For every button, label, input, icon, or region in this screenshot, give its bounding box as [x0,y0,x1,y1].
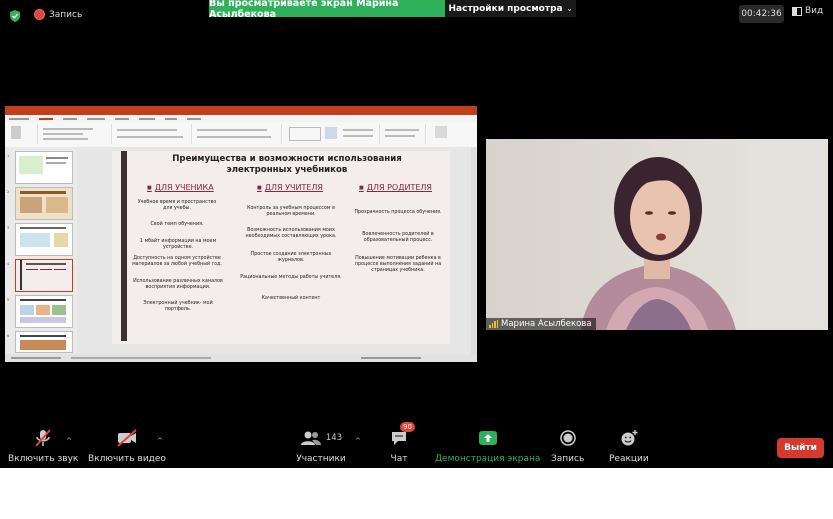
unmute-button[interactable]: Включить звук [8,428,78,464]
column-header-teacher: ДЛЯ УЧИТЕЛЯ [257,183,323,192]
column-header-student: ДЛЯ УЧЕНИКА [147,183,214,192]
grid-view-icon [792,6,802,16]
bullet-item: Использование различных каналов восприят… [133,279,223,290]
slide-scrollbar[interactable] [471,147,476,354]
reactions-label: Реакции [609,454,649,464]
reactions-button[interactable]: Реакции [609,428,649,464]
slide-canvas[interactable]: Преимущества и возможности использования… [77,147,477,354]
bullet-item: Учебное время и пространство для учебы. [137,200,217,211]
start-video-button[interactable]: Включить видео [88,428,166,464]
share-screen-label: Демонстрация экрана [435,454,541,464]
chat-label: Чат [390,454,408,464]
record-dot-icon [34,9,45,20]
record-button[interactable]: Запись [551,428,584,464]
leave-button[interactable]: Выйти [777,438,824,458]
shared-screen[interactable]: 1 2 3 4 5 6 Преимущества и возможности и… [5,106,477,362]
participant-video[interactable] [486,139,828,330]
chat-unread-badge: 90 [400,422,415,432]
slide-title: Преимущества и возможности использования… [172,154,402,175]
audio-signal-icon [489,320,498,328]
bullet-item: Прозрачность процесса обучения. [354,210,442,215]
slide-accent-bar [121,151,127,341]
meeting-timer: 00:42:36 [739,5,784,23]
video-feed-image [486,139,828,330]
view-options-label: Настройки просмотра [448,3,563,14]
view-options-dropdown[interactable]: Настройки просмотра ⌄ [445,0,576,17]
current-slide: Преимущества и возможности использования… [112,151,450,344]
powerpoint-status-bar [5,354,477,362]
powerpoint-titlebar [5,106,477,115]
viewing-screen-banner: Вы просматриваете экран Марина Асылбеков… [209,0,445,20]
emoji-plus-icon [617,428,641,448]
slide-thumbnail[interactable] [15,223,73,256]
participant-name-tag: Марина Асылбекова [486,318,596,330]
bullet-item: Свой темп обучения. [150,222,204,227]
security-shield-icon[interactable] [8,8,22,22]
bullet-item: Вовлеченность родителей в образовательны… [362,232,434,243]
chat-button[interactable]: 90 Чат [387,422,415,464]
powerpoint-ribbon [5,122,477,148]
page-background-strip [0,468,833,519]
bullet-item: 1 мбайт информации на моем устройстве. [139,239,217,250]
bullet-item: Электронный учебник- мой портфель. [143,301,213,312]
microphone-muted-icon [31,428,55,448]
view-button[interactable]: Вид [792,6,823,16]
video-off-icon [115,428,139,448]
participants-label: Участники [296,454,346,464]
chat-icon: 90 [387,422,415,448]
bullet-item: Доступность на одном устройстве материал… [132,256,222,267]
video-options-caret-icon[interactable]: ^ [157,437,163,445]
recording-label: Запись [49,9,83,20]
recording-indicator[interactable]: Запись [34,9,82,20]
slide-thumbnail[interactable] [15,331,73,353]
slide-thumbnail[interactable] [15,295,73,328]
meeting-toolbar: Включить звук Включить видео 143 Участни… [0,422,833,468]
bullet-item: Качественный контент [261,296,321,301]
slide-thumbnails-pane[interactable]: 1 2 3 4 5 6 [5,147,78,354]
share-screen-icon [476,428,500,448]
powerpoint-ribbon-tabs [5,115,477,122]
bullet-item: Повышение мотивации ребенка в процессе в… [354,256,442,273]
slide-thumbnail[interactable] [15,187,73,220]
bullet-item: Контроль за учебным процессом в реальном… [247,206,335,217]
chevron-down-icon: ⌄ [566,4,573,13]
view-label: Вид [805,6,824,16]
participants-count: 143 [325,433,343,443]
unmute-label: Включить звук [8,454,79,464]
participants-button[interactable]: 143 Участники [296,428,346,464]
participants-icon: 143 [296,428,346,448]
slide-thumbnail-selected[interactable] [15,259,73,292]
column-header-parent: ДЛЯ РОДИТЕЛЯ [359,183,432,192]
audio-options-caret-icon[interactable]: ^ [66,437,72,445]
participant-name: Марина Асылбекова [501,319,592,329]
participants-options-caret-icon[interactable]: ^ [355,437,361,445]
bullet-item: Простое создание электронных журналов. [250,252,332,263]
record-icon [556,428,580,448]
record-label: Запись [551,454,585,464]
bullet-item: Возможность использования моих необходим… [245,228,337,239]
slide-thumbnail[interactable] [15,151,73,184]
start-video-label: Включить видео [88,454,166,464]
share-screen-button[interactable]: Демонстрация экрана [435,428,540,464]
bullet-item: Рациональные методы работы учителя. [240,275,342,280]
